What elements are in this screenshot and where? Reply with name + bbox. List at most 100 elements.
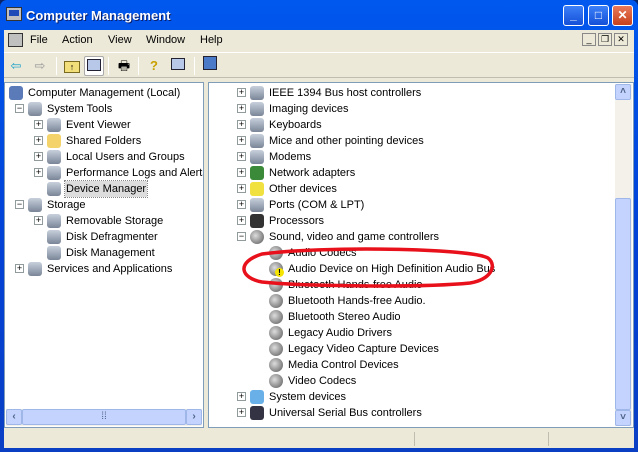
expand-icon[interactable]: +	[34, 136, 43, 145]
port-icon	[250, 198, 264, 212]
storage-icon	[28, 198, 42, 212]
properties-button[interactable]	[200, 56, 220, 76]
speaker-icon	[269, 326, 283, 340]
tree-item-label: Other devices	[269, 183, 337, 195]
show-hide-console-tree-button[interactable]	[84, 56, 104, 76]
expand-icon[interactable]: +	[237, 120, 246, 129]
tree-item-label: Legacy Video Capture Devices	[288, 343, 439, 355]
scroll-down-button[interactable]: ˅	[615, 410, 631, 426]
action-pane-icon	[171, 58, 185, 70]
expand-icon[interactable]: +	[15, 264, 24, 273]
scroll-up-button[interactable]: ˄	[615, 84, 631, 100]
menu-help[interactable]: Help	[200, 34, 223, 46]
expand-icon[interactable]: +	[34, 152, 43, 161]
expand-icon[interactable]: +	[237, 392, 246, 401]
forward-arrow-icon: ⇨	[34, 58, 46, 73]
collapse-icon[interactable]: −	[15, 104, 24, 113]
computer-icon	[9, 86, 23, 100]
maximize-button[interactable]: □	[588, 5, 609, 26]
tree-item-label: Video Codecs	[288, 375, 357, 387]
tree-item-label: Storage	[47, 199, 86, 211]
folder-icon	[47, 134, 61, 148]
menu-view[interactable]: View	[108, 34, 132, 46]
forward-button[interactable]: ⇨	[30, 56, 50, 76]
printer-icon: 🖶	[117, 58, 131, 73]
back-button[interactable]: ⇦	[6, 56, 26, 76]
computer-management-window: Computer Management _ □ ✕ File Action Vi…	[0, 0, 638, 452]
perf-icon	[47, 166, 61, 180]
close-button[interactable]: ✕	[612, 5, 633, 26]
toolbar-separator	[108, 57, 109, 75]
tree-item-label: IEEE 1394 Bus host controllers	[269, 87, 422, 99]
tools-icon	[28, 102, 42, 116]
users-icon	[47, 150, 61, 164]
defrag-icon	[47, 230, 61, 244]
tree-item-label: Media Control Devices	[288, 359, 399, 371]
help-button[interactable]: ?	[144, 56, 164, 76]
imaging-icon	[250, 102, 264, 116]
up-one-level-button[interactable]: ↑	[62, 56, 82, 76]
console-tree-pane[interactable]: Computer Management (Local) − System Tools…	[4, 82, 204, 428]
tree-item-label: System devices	[269, 391, 347, 403]
expand-icon[interactable]: +	[237, 104, 246, 113]
speaker-icon	[250, 230, 264, 244]
collapse-icon[interactable]: −	[15, 200, 24, 209]
tree-item-label: Audio Codecs	[288, 247, 357, 259]
expand-icon[interactable]: +	[34, 120, 43, 129]
unknown-icon	[250, 182, 264, 196]
expand-icon[interactable]: +	[237, 200, 246, 209]
horizontal-scrollbar[interactable]: ‹ ⁞⁞ ›	[6, 409, 202, 426]
speaker-icon	[269, 310, 283, 324]
toolbar: ⇦ ⇨ ↑ 🖶 ?	[4, 52, 634, 78]
expand-icon[interactable]: +	[237, 216, 246, 225]
menu-action[interactable]: Action	[62, 34, 93, 46]
device-tree-pane[interactable]: + IEEE 1394 Bus host controllers + Imaging …	[208, 82, 634, 428]
tree-item-label: Disk Defragmenter	[66, 231, 158, 243]
status-cell	[414, 432, 544, 446]
tree-item-label: Local Users and Groups	[66, 151, 185, 163]
tree-item-label: Mice and other pointing devices	[269, 135, 424, 147]
minimize-button[interactable]: _	[563, 5, 584, 26]
speaker-icon	[269, 342, 283, 356]
tree-item-label: Performance Logs and Alerts	[66, 167, 204, 179]
menu-file[interactable]: File	[30, 34, 48, 46]
expand-icon[interactable]: +	[237, 152, 246, 161]
services-icon	[28, 262, 42, 276]
speaker-icon	[269, 358, 283, 372]
removable-icon	[47, 214, 61, 228]
app-menu-icon[interactable]	[8, 33, 23, 47]
mdi-restore-button[interactable]: ❐	[598, 33, 612, 46]
tree-item-label: Universal Serial Bus controllers	[269, 407, 422, 419]
keyboard-icon	[250, 118, 264, 132]
scrollbar-thumb[interactable]: ⁞⁞	[22, 409, 186, 425]
tree-item-label: Processors	[269, 215, 325, 227]
collapse-icon[interactable]: −	[237, 232, 246, 241]
expand-icon[interactable]: +	[237, 184, 246, 193]
print-button[interactable]: 🖶	[114, 56, 134, 76]
properties-icon	[203, 56, 217, 70]
network-icon	[250, 166, 264, 180]
tree-item-label: Ports (COM & LPT)	[269, 199, 365, 211]
show-hide-action-pane-button[interactable]	[168, 56, 188, 76]
scroll-left-button[interactable]: ‹	[6, 409, 22, 425]
scrollbar-thumb[interactable]	[615, 198, 631, 410]
tree-item-label: Audio Device on High Definition Audio Bu…	[288, 263, 496, 275]
speaker-icon	[269, 278, 283, 292]
tree-item-label: Legacy Audio Drivers	[288, 327, 392, 339]
mdi-minimize-button[interactable]: _	[582, 33, 596, 46]
tree-item-label: Bluetooth Hands-free Audio.	[288, 295, 426, 307]
mdi-close-button[interactable]: ✕	[614, 33, 628, 46]
vertical-scrollbar[interactable]: ˄ ˅	[615, 84, 632, 426]
toolbar-separator	[56, 57, 57, 75]
title-bar[interactable]: Computer Management _ □ ✕	[0, 0, 638, 30]
expand-icon[interactable]: +	[34, 168, 43, 177]
tree-item-label: Event Viewer	[66, 119, 131, 131]
expand-icon[interactable]: +	[237, 168, 246, 177]
tree-item-label: Bluetooth Hands-free Audio	[288, 279, 423, 291]
expand-icon[interactable]: +	[237, 136, 246, 145]
expand-icon[interactable]: +	[237, 408, 246, 417]
expand-icon[interactable]: +	[34, 216, 43, 225]
menu-window[interactable]: Window	[146, 34, 185, 46]
scroll-right-button[interactable]: ›	[186, 409, 202, 425]
expand-icon[interactable]: +	[237, 88, 246, 97]
